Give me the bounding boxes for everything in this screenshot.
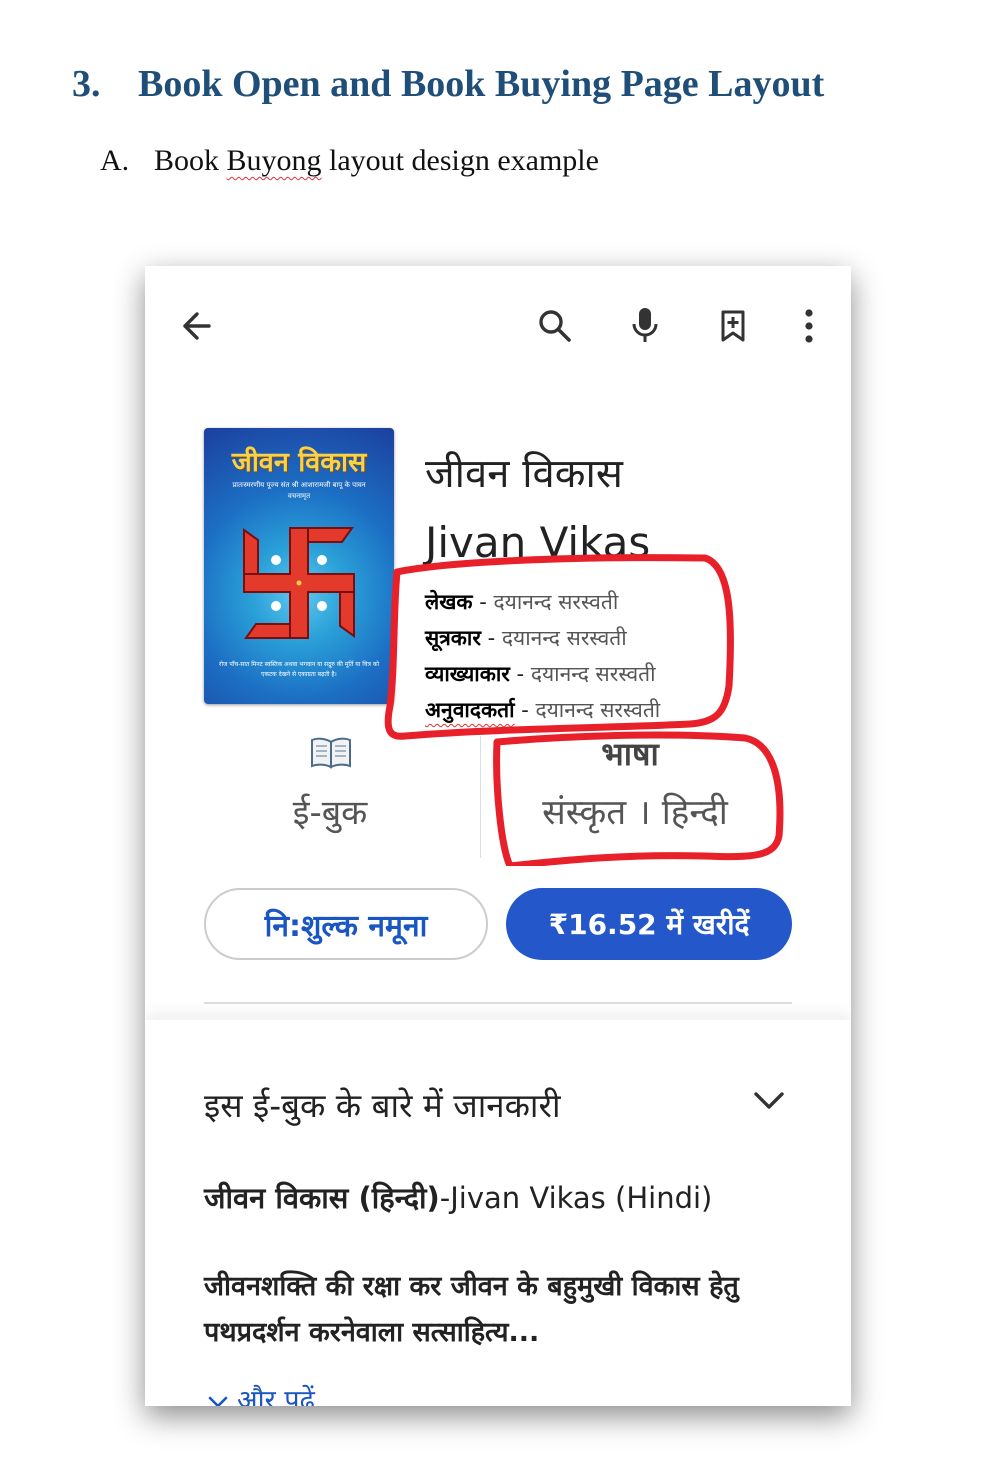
misspelled-word: Buyong — [226, 144, 322, 177]
credit-label: लेखक — [425, 590, 473, 614]
swastika-icon — [243, 527, 355, 639]
chevron-down-small-icon — [208, 1396, 228, 1406]
about-description: जीवनशक्ति की रक्षा कर जीवन के बहुमुखी वि… — [204, 1271, 739, 1348]
about-title[interactable]: इस ई-बुक के बारे में जानकारी — [204, 1082, 561, 1127]
credit-label: अनुवादकर्ता — [425, 698, 515, 722]
open-book-icon — [311, 737, 351, 769]
bookmark-add-icon[interactable] — [713, 306, 753, 346]
credit-label: सूत्रकार — [425, 626, 481, 650]
credit-row: व्याख्याकार - दयानन्द सरस्वती — [425, 656, 660, 692]
about-book-name-hindi: जीवन विकास (हिन्दी) — [204, 1181, 440, 1215]
read-more-link[interactable]: और पढ़ें — [207, 1380, 315, 1406]
stat-divider — [480, 736, 481, 858]
credit-sep: - — [480, 626, 502, 650]
sub-text-pre: Book — [154, 144, 227, 177]
book-cover[interactable]: जीवन विकास प्रातःस्मरणीय पूज्य संत श्री … — [204, 428, 394, 704]
sub-text-post: layout design example — [321, 144, 599, 177]
buy-button[interactable]: ₹16.52 में खरीदें — [506, 888, 792, 960]
read-more-label[interactable]: और पढ़ें — [237, 1385, 315, 1406]
chevron-down-icon[interactable] — [752, 1090, 786, 1112]
credit-label: व्याख्याकार — [425, 662, 510, 686]
credit-row: सूत्रकार - दयानन्द सरस्वती — [425, 620, 660, 656]
about-book-name-rest: -Jivan Vikas (Hindi) — [439, 1181, 713, 1215]
search-icon[interactable] — [535, 306, 575, 346]
section-divider — [204, 1002, 792, 1004]
book-title-hindi: जीवन विकास — [425, 451, 623, 497]
cover-footer: रोज पाँच-सात मिनट स्वस्तिक अथवा भगवान या… — [219, 661, 379, 678]
credit-value: दयानन्द सरस्वती — [493, 590, 619, 614]
cover-title: जीवन विकास — [231, 447, 367, 478]
section-heading: 3. Book Open and Book Buying Page Layout — [72, 62, 824, 106]
credit-sep: - — [514, 698, 536, 722]
credit-sep: - — [472, 590, 494, 614]
book-title-english: Jivan Vikas — [425, 518, 651, 567]
about-book-name: जीवन विकास (हिन्दी)-Jivan Vikas (Hindi) — [204, 1178, 712, 1217]
credit-value: दयानन्द सरस्वती — [501, 626, 627, 650]
credit-value: दयानन्द सरस्वती — [530, 662, 656, 686]
section-title: Book Open and Book Buying Page Layout — [138, 63, 825, 105]
free-sample-button[interactable]: नि:शुल्क नमूना — [204, 888, 488, 960]
credit-sep: - — [509, 662, 531, 686]
sub-label: A. — [100, 144, 130, 177]
cover-subtitle: प्रातःस्मरणीय पूज्य संत श्री आशारामजी बा… — [232, 481, 366, 500]
format-label: ई-बुक — [292, 793, 368, 833]
credit-row: लेखक - दयानन्द सरस्वती — [425, 584, 660, 620]
language-value: संस्कृत । हिन्दी — [542, 793, 728, 833]
mic-icon[interactable] — [625, 304, 665, 346]
more-vert-icon[interactable] — [797, 306, 821, 346]
credit-row: अनुवादकर्ता - दयानन्द सरस्वती — [425, 692, 660, 728]
credit-value: दयानन्द सरस्वती — [535, 698, 661, 722]
sub-heading: A. Book Buyong layout design example — [100, 144, 599, 178]
section-number: 3. — [72, 63, 101, 105]
about-section: इस ई-बुक के बारे में जानकारी जीवन विकास … — [145, 1020, 851, 1406]
book-credits: लेखक - दयानन्द सरस्वती सूत्रकार - दयानन्… — [425, 584, 660, 728]
app-screenshot: जीवन विकास प्रातःस्मरणीय पूज्य संत श्री … — [145, 266, 851, 1406]
back-arrow-icon[interactable] — [177, 306, 217, 346]
language-label: भाषा — [601, 735, 659, 773]
